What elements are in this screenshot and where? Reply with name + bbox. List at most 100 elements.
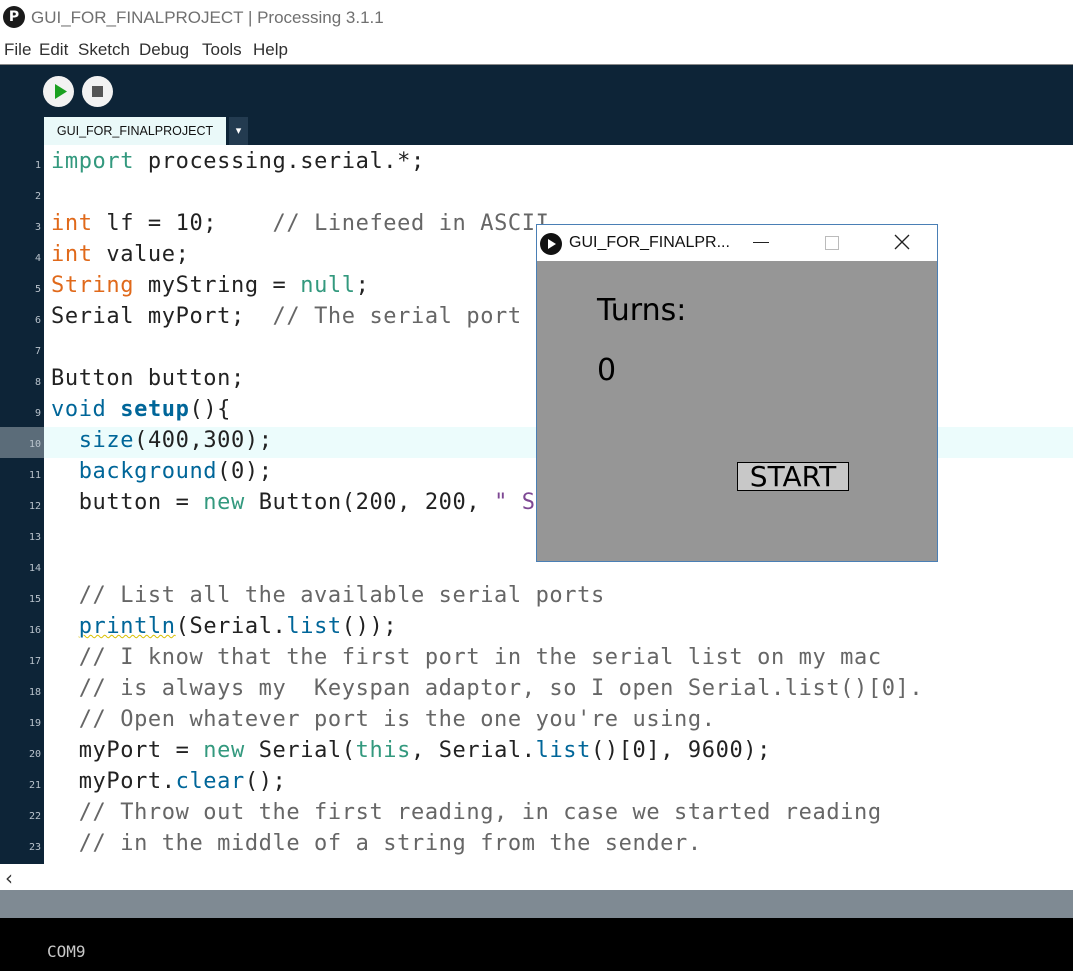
code-token: myPort. (51, 769, 176, 794)
code-line-8: Button button; (51, 366, 245, 391)
processing-logo-icon: P (3, 6, 25, 28)
code-line-23: // in the middle of a string from the se… (51, 831, 702, 856)
code-line-3: int lf = 10; // Linefeed in ASCII (51, 211, 549, 236)
code-line-16: println(Serial.list()); (51, 614, 397, 639)
code-token: Serial( (244, 738, 356, 763)
horizontal-scrollbar[interactable]: ‹ (0, 864, 1073, 890)
menu-bar: File Edit Sketch Debug Tools Help (0, 36, 1073, 65)
line-number: 19 (28, 718, 41, 729)
start-button[interactable]: START (737, 462, 849, 491)
line-number: 20 (28, 749, 41, 760)
sketch-window: GUI_FOR_FINALPR... Turns: 0 START (536, 224, 938, 562)
code-token: ()); (341, 614, 398, 639)
code-token: int (51, 211, 93, 236)
stop-icon (92, 86, 103, 97)
line-number: 11 (28, 470, 41, 481)
code-comment: // Linefeed in ASCII (272, 211, 550, 236)
code-token: void (51, 397, 107, 422)
console-area: COM9 (0, 918, 1073, 971)
window-title: GUI_FOR_FINALPROJECT | Processing 3.1.1 (31, 8, 384, 27)
tab-menu-chevron-down-icon[interactable]: ▾ (229, 117, 248, 145)
turns-value: 0 (597, 353, 617, 388)
code-token: Button(200, 200, (244, 490, 495, 515)
tab-gui-for-finalproject[interactable]: GUI_FOR_FINALPROJECT (44, 117, 226, 145)
line-number: 2 (34, 191, 41, 202)
sketch-title-bar[interactable]: GUI_FOR_FINALPR... (537, 225, 937, 261)
code-token: this (355, 738, 411, 763)
run-button[interactable] (43, 76, 74, 107)
menu-file[interactable]: File (4, 40, 31, 60)
scroll-left-arrow-icon[interactable]: ‹ (5, 866, 13, 890)
code-line-21: myPort.clear(); (51, 769, 286, 794)
code-token: new (203, 738, 245, 763)
line-number: 8 (34, 377, 41, 388)
code-token: ; (355, 273, 370, 298)
tab-bar: GUI_FOR_FINALPROJECT ▾ (0, 117, 1073, 145)
stop-button[interactable] (82, 76, 113, 107)
code-line-22: // Throw out the first reading, in case … (51, 800, 882, 825)
code-token: String (51, 273, 135, 298)
code-token: processing.serial.*; (134, 149, 425, 174)
code-token: (){ (189, 397, 232, 422)
close-icon[interactable] (893, 233, 911, 251)
code-line-1: import processing.serial.*; (51, 149, 425, 174)
code-line-9: void setup(){ (51, 397, 231, 422)
line-number: 5 (34, 284, 41, 295)
code-token: clear (175, 769, 245, 794)
code-token: background (78, 459, 218, 484)
line-number: 16 (28, 625, 41, 636)
line-number: 3 (34, 222, 41, 233)
code-token: lf = 10; (92, 211, 273, 236)
code-line-4: int value; (51, 242, 189, 267)
menu-sketch[interactable]: Sketch (78, 40, 130, 60)
line-number: 21 (28, 780, 41, 791)
code-line-6: Serial myPort; // The serial port (51, 304, 522, 329)
code-token: Serial myPort; (51, 304, 273, 329)
serial-port-output: COM9 (47, 942, 86, 961)
line-number: 7 (34, 346, 41, 357)
line-number: 13 (28, 532, 41, 543)
code-token: new (203, 490, 245, 515)
code-token: myString = (134, 273, 301, 298)
menu-debug[interactable]: Debug (139, 40, 189, 60)
code-comment: // The serial port (272, 304, 522, 329)
play-icon (55, 84, 67, 99)
code-token: (); (244, 769, 287, 794)
code-line-10: size(400,300); (51, 428, 273, 453)
maximize-icon[interactable] (825, 236, 839, 250)
code-token: null (300, 273, 356, 298)
toolbar (0, 65, 1073, 120)
line-number: 4 (34, 253, 41, 264)
code-token: , Serial. (411, 738, 536, 763)
line-number: 10 (28, 439, 41, 450)
minimize-icon[interactable] (753, 242, 769, 243)
code-token: println (78, 614, 176, 639)
line-number: 14 (28, 563, 41, 574)
processing-play-icon (540, 233, 562, 255)
line-number: 18 (28, 687, 41, 698)
menu-help[interactable]: Help (253, 40, 288, 60)
code-line-20: myPort = new Serial(this, Serial.list()[… (51, 738, 771, 763)
code-token: (Serial. (175, 614, 287, 639)
code-token: ()[0], 9600); (591, 738, 771, 763)
menu-tools[interactable]: Tools (202, 40, 242, 60)
code-token: (400,300); (134, 428, 273, 453)
sketch-window-title: GUI_FOR_FINALPR... (569, 234, 730, 251)
line-number: 22 (28, 811, 41, 822)
line-number: 9 (34, 408, 41, 419)
menu-edit[interactable]: Edit (39, 40, 68, 60)
line-number: 23 (28, 842, 41, 853)
turns-label: Turns: (597, 293, 687, 328)
code-token: int (51, 242, 93, 267)
code-token: button = (51, 490, 204, 515)
code-line-12: button = new Button(200, 200, " S (51, 490, 536, 515)
code-token: myPort = (51, 738, 204, 763)
title-bar: P GUI_FOR_FINALPROJECT | Processing 3.1.… (0, 0, 1073, 36)
line-number: 12 (28, 501, 41, 512)
line-number: 1 (34, 160, 41, 171)
code-line-5: String myString = null; (51, 273, 369, 298)
